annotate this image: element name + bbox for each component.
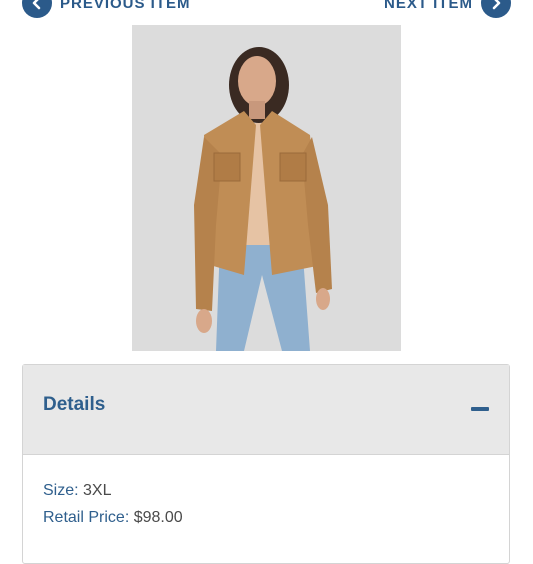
item-navigation: PREVIOUS ITEM NEXT ITEM — [0, 0, 533, 18]
retail-price-row: Retail Price: $98.00 — [43, 504, 489, 531]
next-item-label: NEXT ITEM — [383, 0, 473, 12]
size-colon: : — [74, 482, 84, 499]
retail-price-label: Retail Price — [43, 509, 125, 526]
details-content: Size: 3XL Retail Price: $98.00 — [23, 455, 509, 531]
collapse-minus-icon[interactable] — [471, 407, 489, 411]
size-row: Size: 3XL — [43, 477, 489, 504]
size-value: 3XL — [83, 482, 112, 499]
details-title: Details — [43, 394, 106, 415]
product-photo-illustration — [132, 25, 401, 351]
previous-item-link[interactable]: PREVIOUS ITEM — [22, 0, 191, 18]
retail-price-colon: : — [124, 509, 134, 526]
details-accordion-header[interactable]: Details — [23, 365, 509, 455]
chevron-left-icon — [22, 0, 52, 18]
next-item-link[interactable]: NEXT ITEM — [384, 0, 511, 18]
size-label: Size — [43, 482, 75, 499]
details-accordion: Details Size: 3XL Retail Price: $98.00 — [22, 364, 510, 564]
chevron-right-icon — [481, 0, 511, 18]
previous-item-label: PREVIOUS ITEM — [60, 0, 191, 12]
retail-price-value: $98.00 — [133, 509, 183, 526]
product-image[interactable] — [132, 25, 401, 351]
